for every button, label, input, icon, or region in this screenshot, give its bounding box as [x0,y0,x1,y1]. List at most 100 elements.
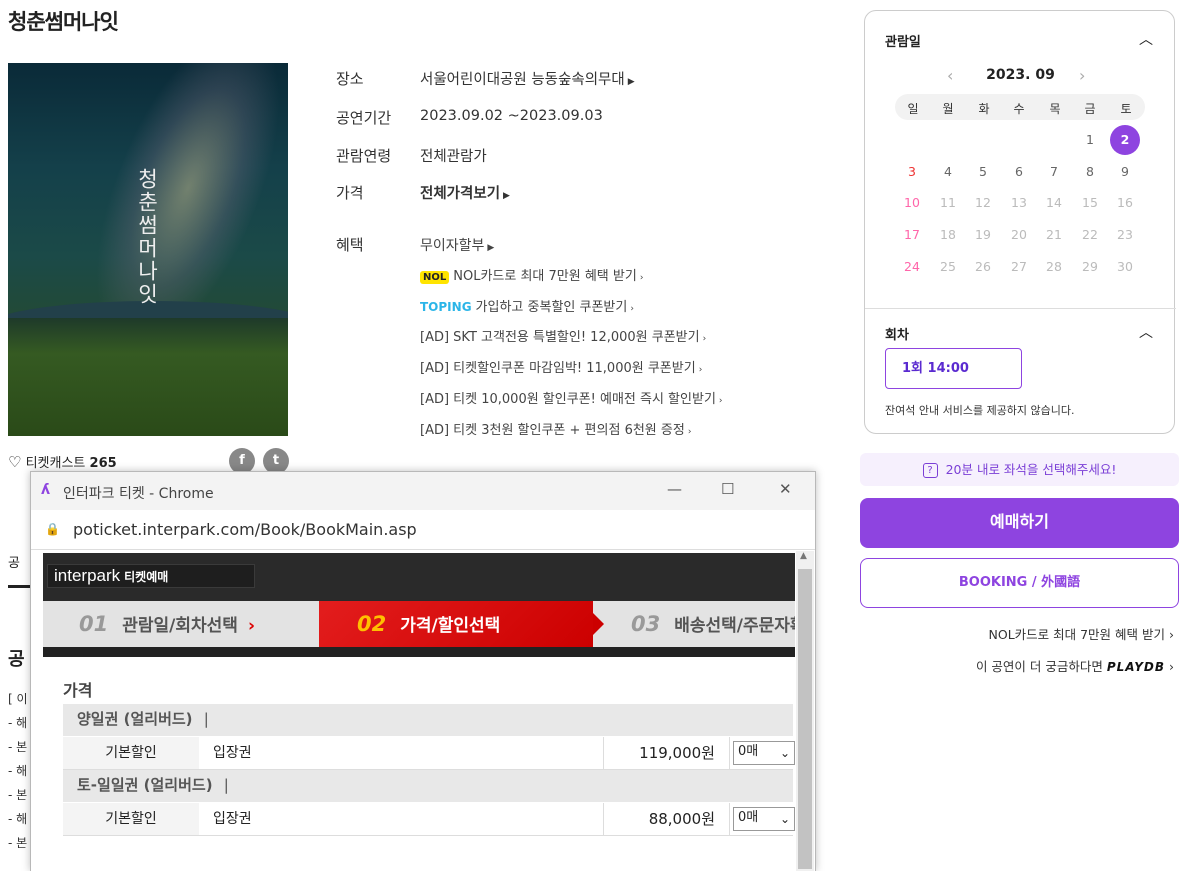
period-label: 공연기간 [336,109,392,127]
interpark-icon: ʎ [41,482,51,498]
calendar-day[interactable]: 24 [897,252,927,282]
calendar-day[interactable]: 12 [968,188,998,218]
scroll-thumb[interactable] [798,569,812,869]
calendar-day[interactable]: 3 [897,157,927,187]
bullet-fragment: - 본 [8,740,28,754]
ticket-price: 88,000원 [648,810,715,828]
next-month-icon[interactable]: › [1079,66,1085,85]
calendar-day[interactable]: 9 [1110,157,1140,187]
venue-link[interactable]: 서울어린이대공원 능동숲속의무대 ▶ [420,68,635,89]
benefit-item[interactable]: TOPING 가입하고 중복할인 쿠폰받기 › [420,296,634,315]
period-value: 2023.09.02 ~2023.09.03 [420,108,603,124]
arrow-right-icon: › [247,616,255,636]
calendar-day[interactable]: 6 [1004,157,1034,187]
benefit-item[interactable]: [AD] 티켓 3천원 할인쿠폰 + 편의점 6천원 증정 › [420,419,691,438]
discount-type: 기본할인 [63,737,199,769]
calendar-day[interactable]: 23 [1110,220,1140,250]
calendar-month: 2023. 09 [986,67,1055,83]
weekday-label: 토 [1120,102,1132,116]
playdb-link[interactable]: 이 공연이 더 궁금하다면 PLAYDB › [976,656,1174,675]
maximize-icon[interactable]: ☐ [721,480,734,498]
benefit-item[interactable]: [AD] 티켓 10,000원 할인쿠폰! 예매전 즉시 할인받기 › [420,388,723,407]
benefit-item[interactable]: [AD] 티켓할인쿠폰 마감임박! 11,000원 쿠폰받기 › [420,357,702,376]
chevron-up-icon[interactable]: ︿ [1139,29,1153,49]
bullet-fragment: - 해 [8,716,28,730]
url-text: poticket.interpark.com/Book/BookMain.asp [73,520,417,539]
benefit-item[interactable]: NOL NOL카드로 최대 7만원 혜택 받기 › [420,265,643,284]
calendar-day[interactable]: 4 [933,157,963,187]
step-delivery[interactable]: 03배송선택/주문자확인 [593,601,795,647]
venue-label: 장소 [336,70,364,88]
calendar-day[interactable]: 20 [1004,220,1034,250]
calendar-day-selected[interactable]: 2 [1110,125,1140,155]
popup-content: interpark 티켓예매 01 관람일/회차선택 › 02 가격/할인선택 03 배송… [31,551,815,871]
seat-notice: 잔여석 안내 서비스를 제공하지 않습니다. [885,404,1075,417]
window-title: 인터파크 티켓 - Chrome [63,486,214,502]
weekday-label: 금 [1084,102,1096,116]
calendar-day[interactable]: 8 [1075,157,1105,187]
scroll-up-icon[interactable]: ▲ [800,551,807,561]
benefit-item[interactable]: [AD] SKT 고객전용 특별할인! 12,000원 쿠폰받기 › [420,326,706,345]
calendar-day[interactable]: 21 [1039,220,1069,250]
booking-foreign-button[interactable]: BOOKING / 外國語 [860,558,1179,608]
calendar-day[interactable]: 5 [968,157,998,187]
bullet-fragment: [ 이 [8,692,28,706]
calendar-day[interactable]: 17 [897,220,927,250]
nol-card-link[interactable]: NOL카드로 최대 7만원 혜택 받기 › [989,624,1175,643]
close-icon[interactable]: ✕ [779,480,792,498]
step-date-session[interactable]: 01 관람일/회차선택 › [43,601,319,647]
calendar-day[interactable]: 28 [1039,252,1069,282]
age-label: 관람연령 [336,147,392,165]
fav-count[interactable]: ♡ 티켓캐스트 265 [8,452,117,471]
reserve-button[interactable]: 예매하기 [860,498,1179,548]
full-price-link[interactable]: 전체가격보기 ▶ [420,182,510,203]
calendar-day[interactable]: 22 [1075,220,1105,250]
price-group-header: 토-일일권 (얼리버드) | [63,770,793,802]
calendar-day[interactable]: 25 [933,252,963,282]
bullet-fragment: - 해 [8,812,28,826]
chevron-down-icon: ⌄ [779,812,790,826]
calendar-heading: 관람일 [885,35,921,50]
address-bar[interactable]: 🔒 poticket.interpark.com/Book/BookMain.a… [31,510,815,550]
ticket-type: 입장권 [213,811,252,827]
calendar-day[interactable]: 14 [1039,188,1069,218]
timer-notice: ? 20분 내로 좌석을 선택해주세요! [860,453,1179,486]
chevron-up-icon[interactable]: ︿ [1139,322,1153,342]
calendar-day[interactable]: 29 [1075,252,1105,282]
calendar-day[interactable]: 16 [1110,188,1140,218]
scrollbar[interactable]: ▲ [796,551,814,871]
quantity-select[interactable]: 0매 ⌄ [733,807,795,831]
poster-title-text: 청춘썸머나잇 [135,168,159,306]
calendar-day[interactable]: 13 [1004,188,1034,218]
question-icon: ? [922,463,938,478]
page-title: 청춘썸머나잇 [8,10,119,34]
benefit-item[interactable]: 무이자할부 ▶ [420,235,494,255]
section-heading-fragment: 공 [8,649,25,670]
step-price-discount[interactable]: 02 가격/할인선택 [319,601,604,647]
weekday-label: 화 [978,102,990,116]
playdb-logo: PLAYDB [1106,660,1166,674]
calendar-day[interactable]: 15 [1075,188,1105,218]
toping-icon: TOPING [420,300,472,314]
weekday-label: 수 [1013,102,1025,116]
poster-trees [8,318,288,436]
calendar-day[interactable]: 10 [897,188,927,218]
price-row: 기본할인 입장권 119,000원 0매 ⌄ [63,737,795,770]
calendar-day[interactable]: 7 [1039,157,1069,187]
calendar-day[interactable]: 11 [933,188,963,218]
calendar-day[interactable]: 18 [933,220,963,250]
booking-steps: 01관람일/회차선택› 02가격/할인선택 03배송선택/주문자확인 [43,601,795,647]
minimize-icon[interactable]: — [667,480,682,498]
weekday-label: 일 [907,102,919,116]
session-option-button[interactable]: 1회 14:00 [885,348,1022,389]
quantity-select[interactable]: 0매 ⌄ [733,741,795,765]
ticket-type: 입장권 [213,745,252,761]
calendar-day[interactable]: 1 [1075,125,1105,155]
calendar-day[interactable]: 30 [1110,252,1140,282]
calendar-day[interactable]: 27 [1004,252,1034,282]
calendar-day[interactable]: 26 [968,252,998,282]
calendar-day[interactable]: 19 [968,220,998,250]
bullet-fragment: - 본 [8,788,28,802]
weekday-label: 월 [942,102,954,116]
benefit-label: 혜택 [336,236,364,254]
